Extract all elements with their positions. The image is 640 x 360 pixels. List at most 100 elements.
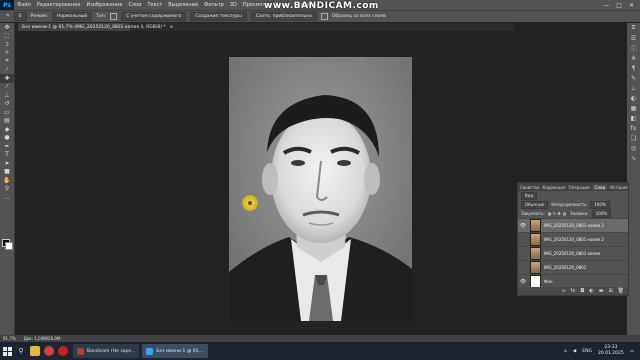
menu-image[interactable]: Изображение xyxy=(83,2,125,8)
info-panel-icon[interactable]: ⓘ xyxy=(627,43,640,53)
clock[interactable]: 23:33 20.01.2025 xyxy=(598,345,624,357)
brush-panel-icon[interactable]: ✎ xyxy=(627,73,640,83)
type-tool-icon[interactable]: T xyxy=(0,151,14,160)
fill-field[interactable]: 100% xyxy=(591,209,612,218)
brush-size-picker[interactable]: 0 xyxy=(13,12,27,21)
crop-tool-icon[interactable]: ⌗ xyxy=(0,57,14,66)
styles-panel-icon[interactable]: fx xyxy=(627,123,640,133)
clock-date: 20.01.2025 xyxy=(597,351,624,356)
document-tab[interactable]: Без имени-1 @ 91,7% (IMG_20250120_0801 к… xyxy=(18,23,173,31)
link-icon[interactable]: ∞ xyxy=(561,288,565,294)
type-create-texture[interactable]: Создание текстуры xyxy=(190,12,247,21)
close-window-button[interactable]: ✕ xyxy=(629,2,634,9)
taskbar-app[interactable]: Bandicam (Не заре... xyxy=(73,344,140,358)
opera-icon[interactable] xyxy=(56,342,70,360)
hand-tool-icon[interactable]: ✋ xyxy=(0,176,14,185)
more-tools-icon[interactable]: … xyxy=(0,193,14,202)
document-tab-close-icon[interactable]: × xyxy=(170,25,174,30)
pen-tool-icon[interactable]: ✒ xyxy=(0,142,14,151)
language-indicator[interactable]: ENG xyxy=(582,349,592,354)
volume-icon[interactable]: ◀ xyxy=(573,349,576,354)
adjustment-icon[interactable]: ◐ xyxy=(589,288,593,294)
folder-icon[interactable]: ▬ xyxy=(599,288,604,294)
rectangle-tool-icon[interactable]: ■ xyxy=(0,168,14,177)
menu-select[interactable]: Выделение xyxy=(165,2,201,8)
window-controls: — □ ✕ xyxy=(603,2,640,9)
eyedropper-tool-icon[interactable]: ⁄ xyxy=(0,66,14,75)
layer-row[interactable]: IMG_20250120_0801 xyxy=(518,260,628,274)
history-panel-icon[interactable]: ⧖ xyxy=(627,23,640,33)
type-content-aware-radio[interactable] xyxy=(110,13,118,20)
character-panel-icon[interactable]: A xyxy=(627,53,640,63)
network-icon[interactable]: ⌂ xyxy=(564,349,567,354)
menu-layers[interactable]: Слои xyxy=(125,2,144,8)
explorer-icon[interactable] xyxy=(28,342,42,360)
start-button[interactable] xyxy=(0,342,14,360)
layer-row[interactable]: 👁 IMG_20250120_0801 копия 3 xyxy=(518,218,628,232)
paragraph-panel-icon[interactable]: ¶ xyxy=(627,63,640,73)
menu-3d[interactable]: 3D xyxy=(227,2,240,8)
app-icon xyxy=(146,347,154,355)
visibility-eye-icon[interactable]: 👁 xyxy=(518,223,528,229)
menu-edit[interactable]: Редактирование xyxy=(34,2,84,8)
tab-adjustments[interactable]: Коррекция xyxy=(543,185,566,190)
dodge-tool-icon[interactable]: ● xyxy=(0,134,14,143)
maximize-button[interactable]: □ xyxy=(616,2,622,9)
search-icon[interactable]: ⚲ xyxy=(14,342,28,360)
menu-filter[interactable]: Фильтр xyxy=(201,2,227,8)
path-select-tool-icon[interactable]: ➤ xyxy=(0,159,14,168)
tab-layers[interactable]: Слои xyxy=(592,184,608,190)
tab-actions[interactable]: Операции xyxy=(569,185,590,190)
healing-brush-icon[interactable]: ✎ xyxy=(6,14,10,19)
zoom-level[interactable]: 91,7% xyxy=(3,336,16,341)
clone-source-panel-icon[interactable]: ⊥ xyxy=(627,83,640,93)
new-layer-icon[interactable]: ⊞ xyxy=(608,288,612,294)
browser-icon[interactable] xyxy=(42,342,56,360)
layer-row[interactable]: IMG_20250120_0801 копия xyxy=(518,246,628,260)
visibility-eye-icon[interactable]: 👁 xyxy=(518,279,528,285)
mask-icon[interactable]: ◘ xyxy=(580,288,584,294)
quick-select-tool-icon[interactable]: ✧ xyxy=(0,49,14,58)
opacity-field[interactable]: 100% xyxy=(590,200,610,209)
blend-mode-dropdown[interactable]: Обычные xyxy=(521,200,549,209)
tab-properties[interactable]: Свойства xyxy=(520,185,540,190)
swatches-panel-icon[interactable]: ▦ xyxy=(627,103,640,113)
type-proximity-match[interactable]: Соотв. приблизительно xyxy=(250,12,317,21)
mode-dropdown[interactable]: Нормальный xyxy=(52,12,93,21)
channels-panel-icon[interactable]: ◎ xyxy=(627,143,640,153)
gradient-tool-icon[interactable]: ▤ xyxy=(0,117,14,126)
notifications-icon[interactable]: ▭ xyxy=(630,349,634,354)
move-tool-icon[interactable]: ✥ xyxy=(0,23,14,32)
paths-panel-icon[interactable]: ∿ xyxy=(627,153,640,163)
blur-tool-icon[interactable]: ◆ xyxy=(0,125,14,134)
trash-icon[interactable]: 🗑 xyxy=(618,288,624,294)
type-content-aware[interactable]: С учетом содержимого xyxy=(121,12,187,21)
layer-row[interactable]: 👁 Фон xyxy=(518,274,628,288)
canvas-photo[interactable] xyxy=(229,57,412,321)
sample-all-checkbox[interactable] xyxy=(320,13,328,20)
adjustments-panel-icon[interactable]: ◧ xyxy=(627,113,640,123)
layers-panel-icon[interactable]: ❏ xyxy=(627,133,640,143)
layer-filter-dropdown[interactable]: Вид xyxy=(521,191,538,200)
tab-history[interactable]: История xyxy=(610,185,628,190)
eraser-tool-icon[interactable]: ▭ xyxy=(0,108,14,117)
marquee-tool-icon[interactable]: ⬚ xyxy=(0,32,14,41)
color-panel-icon[interactable]: ◐ xyxy=(627,93,640,103)
background-color-swatch[interactable] xyxy=(5,242,13,250)
fx-icon[interactable]: fx xyxy=(571,288,576,294)
taskbar-app[interactable]: Без имени-1 @ 91,... xyxy=(142,344,209,358)
lock-row: Закрепить: ▦ ✎ ✥ 🔒 Заливка: 100% xyxy=(518,209,628,218)
healing-brush-tool-icon[interactable]: ✚ xyxy=(0,74,14,83)
properties-panel-icon[interactable]: ☰ xyxy=(627,33,640,43)
menu-file[interactable]: Файл xyxy=(14,2,34,8)
layers-panel-footer: ∞ fx ◘ ◐ ▬ ⊞ 🗑 xyxy=(518,287,628,295)
layer-row[interactable]: IMG_20250120_0801 копия 2 xyxy=(518,232,628,246)
history-brush-tool-icon[interactable]: ↺ xyxy=(0,100,14,109)
clone-stamp-tool-icon[interactable]: ⊥ xyxy=(0,91,14,100)
minimize-button[interactable]: — xyxy=(603,2,609,9)
brush-tool-icon[interactable]: ⁄ xyxy=(0,83,14,92)
zoom-tool-icon[interactable]: ⚲ xyxy=(0,185,14,194)
menu-text[interactable]: Текст xyxy=(144,2,165,8)
lasso-tool-icon[interactable]: ↄ xyxy=(0,40,14,49)
lock-icons[interactable]: ▦ ✎ ✥ 🔒 xyxy=(548,211,567,216)
